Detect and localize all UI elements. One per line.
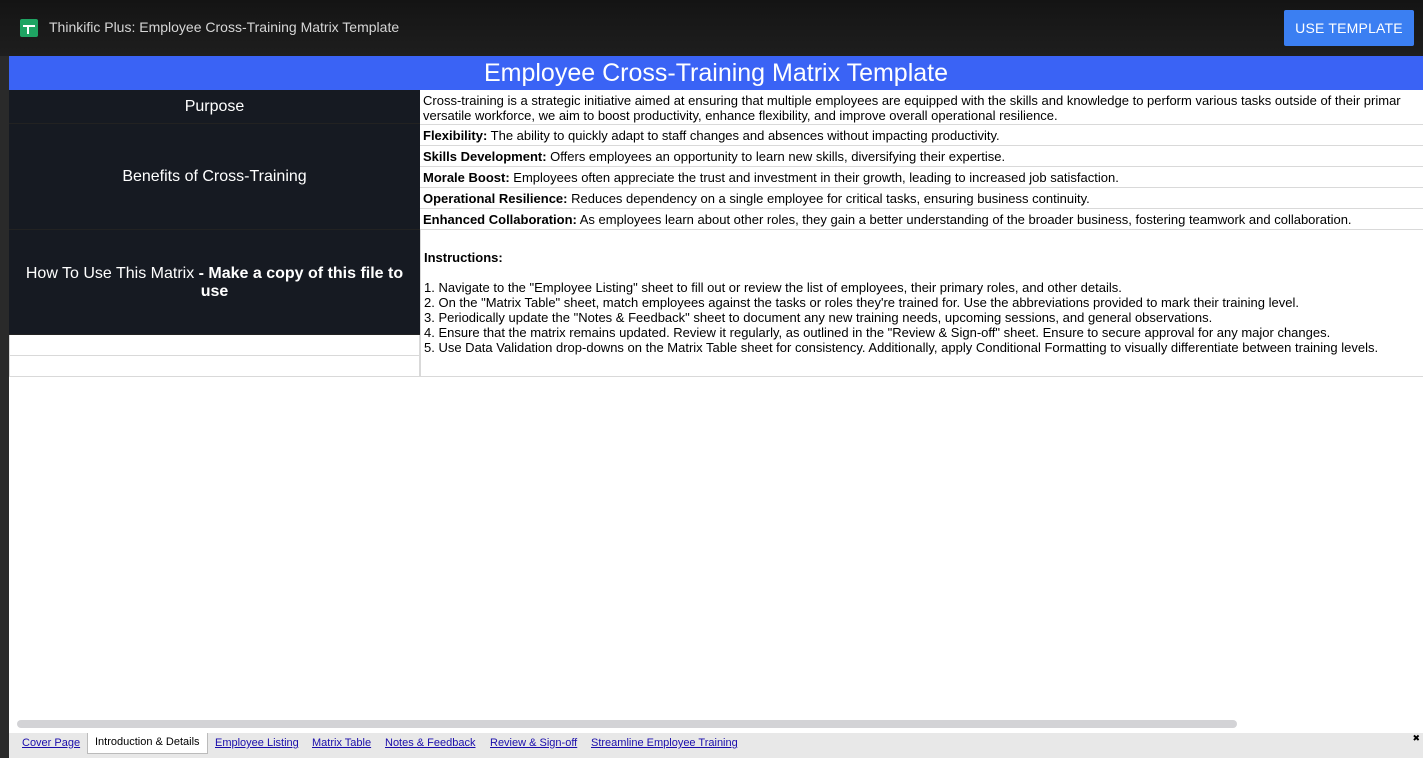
benefit-text: As employees learn about other roles, th… (576, 212, 1352, 227)
tab-matrix-table[interactable]: Matrix Table (312, 737, 371, 749)
close-icon[interactable]: ✖ (1412, 733, 1420, 744)
sheet-title: Employee Cross-Training Matrix Template (9, 56, 1423, 90)
left-gutter (0, 56, 9, 758)
tab-introduction-details[interactable]: Introduction & Details (87, 733, 208, 754)
purpose-label: Purpose (9, 90, 420, 124)
instructions-heading: Instructions: (424, 250, 503, 265)
spreadsheet-grid[interactable]: Employee Cross-Training Matrix Template … (9, 56, 1423, 733)
benefit-text: Employees often appreciate the trust and… (509, 170, 1119, 185)
tab-notes-feedback[interactable]: Notes & Feedback (385, 737, 476, 749)
instruction-line: 5. Use Data Validation drop-downs on the… (424, 340, 1379, 355)
benefit-term: Morale Boost: (423, 170, 510, 185)
sheet-tab-bar: Cover Page Introduction & Details Employ… (9, 733, 1423, 758)
benefit-row[interactable]: Morale Boost: Employees often appreciate… (420, 167, 1423, 188)
how-to-use-label-plain: How To Use This Matrix (25, 265, 195, 282)
instruction-line: 4. Ensure that the matrix remains update… (424, 325, 1331, 340)
tab-cover-page[interactable]: Cover Page (22, 737, 80, 749)
document-title: Thinkific Plus: Employee Cross-Training … (49, 19, 400, 35)
instruction-line: 1. Navigate to the "Employee Listing" sh… (424, 280, 1122, 295)
use-template-button[interactable]: USE TEMPLATE (1284, 10, 1414, 46)
purpose-text-line-2: versatile workforce, we aim to boost pro… (423, 108, 1058, 123)
benefit-term: Skills Development: (423, 149, 547, 164)
tab-review-sign-off[interactable]: Review & Sign-off (490, 737, 577, 749)
benefit-text: The ability to quickly adapt to staff ch… (487, 128, 1000, 143)
tab-streamline-employee-training[interactable]: Streamline Employee Training (591, 737, 738, 749)
benefit-row[interactable]: Enhanced Collaboration: As employees lea… (420, 209, 1423, 230)
benefit-text: Reduces dependency on a single employee … (567, 191, 1090, 206)
top-bar: Thinkific Plus: Employee Cross-Training … (0, 0, 1423, 56)
benefit-row[interactable]: Skills Development: Offers employees an … (420, 146, 1423, 167)
benefit-term: Enhanced Collaboration: (423, 212, 577, 227)
benefit-term: Operational Resilience: (423, 191, 568, 206)
benefit-term: Flexibility: (423, 128, 488, 143)
benefit-row[interactable]: Flexibility: The ability to quickly adap… (420, 125, 1423, 146)
purpose-text-line-1: Cross-training is a strategic initiative… (423, 93, 1401, 108)
tab-employee-listing[interactable]: Employee Listing (215, 737, 299, 749)
instructions-cell[interactable]: Instructions: 1. Navigate to the "Employ… (420, 230, 1423, 377)
instruction-line: 3. Periodically update the "Notes & Feed… (424, 310, 1213, 325)
empty-cell[interactable] (9, 356, 420, 377)
google-sheets-icon (20, 19, 38, 37)
benefit-row[interactable]: Operational Resilience: Reduces dependen… (420, 188, 1423, 209)
benefits-label: Benefits of Cross-Training (9, 124, 420, 230)
benefit-text: Offers employees an opportunity to learn… (546, 149, 1006, 164)
how-to-use-label: How To Use This Matrix - Make a copy of … (9, 230, 420, 335)
empty-cell[interactable] (9, 335, 420, 356)
instruction-line: 2. On the "Matrix Table" sheet, match em… (424, 295, 1299, 310)
purpose-cell[interactable]: Cross-training is a strategic initiative… (420, 90, 1423, 125)
horizontal-scrollbar[interactable] (17, 720, 1237, 728)
how-to-use-label-bold: - Make a copy of this file to use (194, 265, 404, 300)
